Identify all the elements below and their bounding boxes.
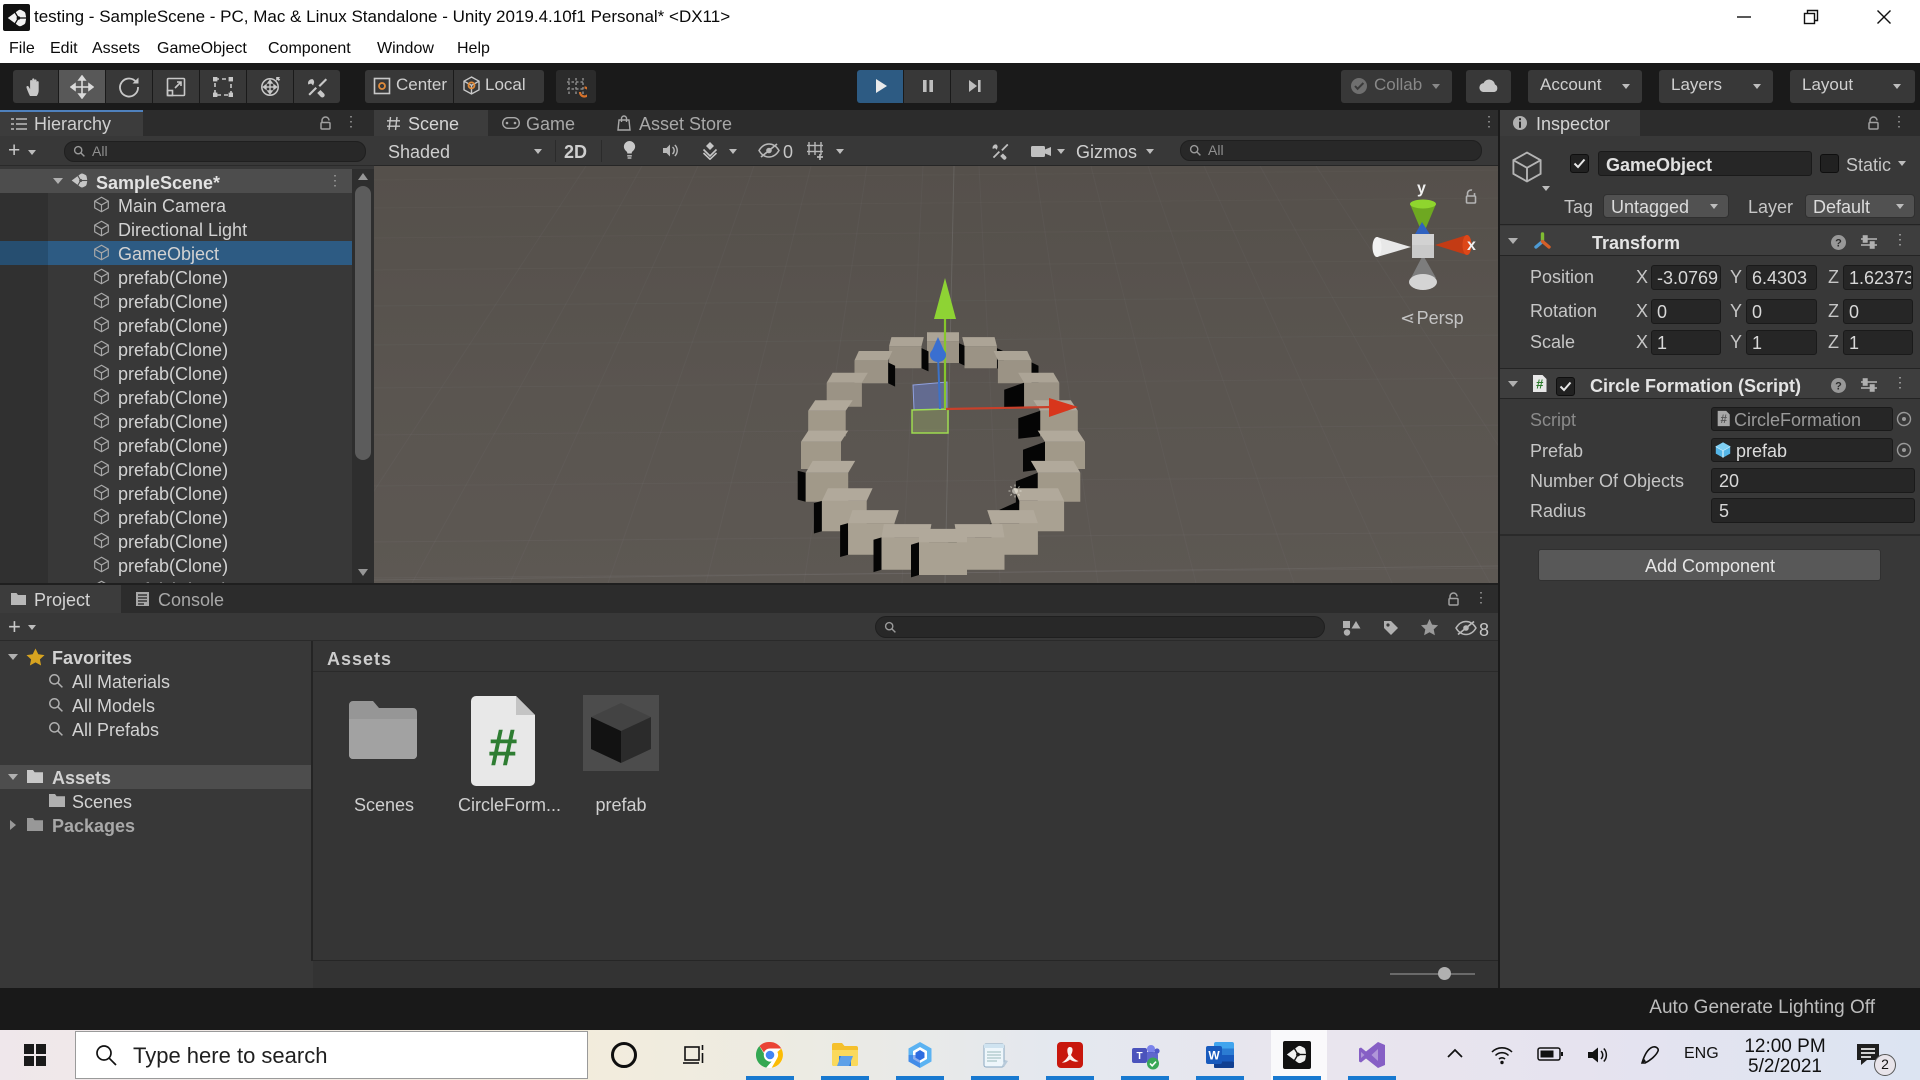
svg-text:W: W <box>1208 1049 1220 1063</box>
svg-text:#: # <box>489 719 518 777</box>
svg-text:#: # <box>1536 377 1544 392</box>
svg-text:#: # <box>1720 413 1727 426</box>
svg-text:?: ? <box>1835 380 1842 392</box>
svg-text:?: ? <box>1835 237 1842 249</box>
svg-text:T: T <box>1136 1051 1142 1062</box>
